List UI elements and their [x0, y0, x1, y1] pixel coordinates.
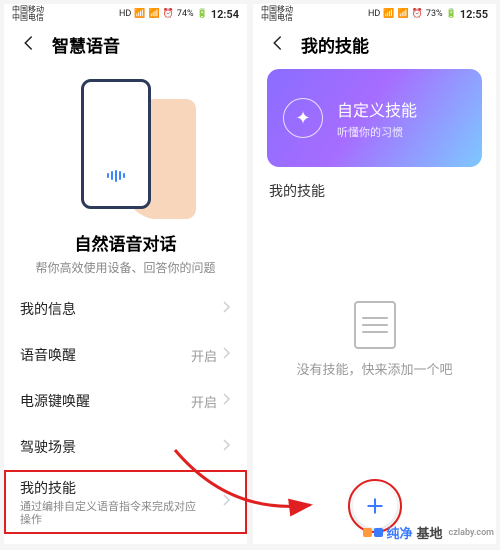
chevron-right-icon	[223, 347, 231, 363]
alarm-icon: ⏰	[163, 9, 174, 19]
row-label: 我的信息	[20, 299, 76, 319]
back-button[interactable]	[269, 34, 287, 56]
battery-icon: 🔋	[197, 9, 208, 19]
wifi-icon: 📶	[148, 9, 159, 19]
page-title: 智慧语音	[52, 32, 120, 57]
section-label: 我的技能	[253, 177, 496, 201]
alarm-icon: ⏰	[412, 9, 423, 19]
hero-illustration	[4, 61, 247, 226]
row-my-skills[interactable]: 我的技能 通过编排自定义语音指令来完成对应操作	[4, 470, 247, 534]
chevron-right-icon	[223, 301, 231, 317]
chevron-right-icon	[223, 393, 231, 409]
battery-label: 74%	[177, 9, 194, 19]
row-label: 电源键唤醒	[20, 391, 90, 411]
magic-icon: ✦	[283, 98, 323, 138]
row-state: 开启	[191, 392, 217, 411]
signal-icon: 📶	[134, 9, 145, 19]
wm-brand1: 纯净	[387, 523, 413, 542]
page-title: 我的技能	[301, 32, 369, 57]
hd-label: HD	[368, 9, 380, 19]
hero-subtitle: 帮你高效使用设备、回答你的问题	[4, 259, 247, 276]
card-title: 自定义技能	[337, 97, 417, 121]
row-power-wake[interactable]: 电源键唤醒 开启	[4, 378, 247, 424]
clock: 12:55	[460, 8, 488, 21]
row-my-info[interactable]: 我的信息	[4, 286, 247, 332]
settings-list: 我的信息 语音唤醒 开启 电源键唤醒 开启 驾驶场景 我的技能 通过编排自定义语…	[4, 286, 247, 544]
watermark: 纯净基地 czlaby.com	[363, 523, 495, 542]
row-label: 驾驶场景	[20, 437, 76, 457]
row-label: 语音唤醒	[20, 345, 76, 365]
voice-wave-icon	[104, 169, 128, 183]
carrier-2: 中国电信	[261, 14, 293, 22]
battery-icon: 🔋	[446, 9, 457, 19]
add-skill-button[interactable]	[353, 484, 397, 528]
battery-label: 73%	[426, 9, 443, 19]
status-bar: 中国移动 中国电信 HD 📶 📶 ⏰ 73% 🔋 12:55	[253, 4, 496, 24]
row-state: 开启	[191, 346, 217, 365]
watermark-logo-icon	[363, 528, 383, 537]
header: 智慧语音	[4, 24, 247, 61]
chevron-right-icon	[223, 439, 231, 455]
row-voice-wake[interactable]: 语音唤醒 开启	[4, 332, 247, 378]
hd-label: HD	[119, 9, 131, 19]
header: 我的技能	[253, 24, 496, 61]
signal-icon: 📶	[383, 9, 394, 19]
row-label: 我的技能	[20, 478, 200, 498]
wm-url: czlaby.com	[449, 528, 494, 538]
wm-brand2: 基地	[417, 523, 443, 542]
custom-skill-card[interactable]: ✦ 自定义技能 听懂你的习惯	[267, 69, 482, 167]
document-icon	[354, 301, 396, 349]
phone-left: 中国移动 中国电信 HD 📶 📶 ⏰ 74% 🔋 12:54 智慧语音	[4, 4, 247, 544]
empty-state: 没有技能，快来添加一个吧	[253, 301, 496, 378]
empty-text: 没有技能，快来添加一个吧	[296, 359, 452, 378]
card-sub: 听懂你的习惯	[337, 124, 417, 140]
phone-outline	[81, 79, 151, 209]
wifi-icon: 📶	[397, 9, 408, 19]
clock: 12:54	[211, 8, 239, 21]
hero-title: 自然语音对话	[4, 230, 247, 255]
carrier-2: 中国电信	[12, 14, 44, 22]
row-driving[interactable]: 驾驶场景	[4, 424, 247, 470]
row-voice-call[interactable]: 语音控制呼叫	[4, 534, 247, 544]
status-bar: 中国移动 中国电信 HD 📶 📶 ⏰ 74% 🔋 12:54	[4, 4, 247, 24]
chevron-right-icon	[223, 494, 231, 510]
row-sub: 通过编排自定义语音指令来完成对应操作	[20, 500, 200, 526]
back-button[interactable]	[20, 34, 38, 56]
phone-right: 中国移动 中国电信 HD 📶 📶 ⏰ 73% 🔋 12:55 我的技能 ✦ 自定…	[253, 4, 496, 544]
